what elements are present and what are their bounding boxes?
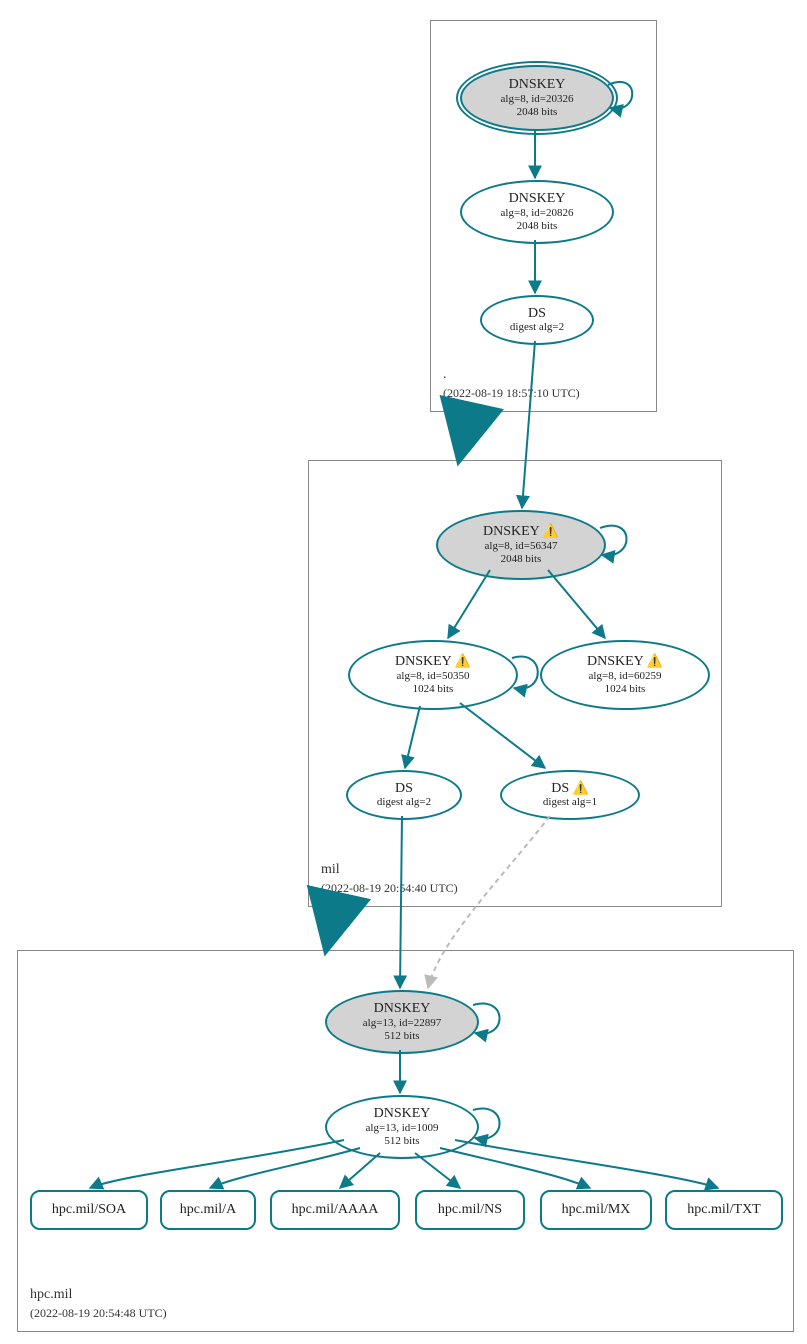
node-alg: alg=8, id=20326 (501, 93, 574, 106)
node-bits: 1024 bits (413, 683, 454, 696)
zone-root-label: . (443, 367, 447, 383)
record-label: hpc.mil/AAAA (292, 1202, 379, 1217)
mil-dnskey-50350: DNSKEY ⚠️ alg=8, id=50350 1024 bits (348, 640, 518, 710)
record-a: hpc.mil/A (160, 1190, 256, 1230)
record-label: hpc.mil/MX (562, 1202, 631, 1217)
node-title: DS ⚠️ (551, 781, 589, 796)
record-label: hpc.mil/SOA (52, 1202, 126, 1217)
warning-icon: ⚠️ (455, 653, 471, 668)
record-ns: hpc.mil/NS (415, 1190, 525, 1230)
node-title: DNSKEY (374, 1001, 431, 1016)
node-bits: 512 bits (384, 1030, 419, 1043)
node-bits: 512 bits (384, 1135, 419, 1148)
mil-dnskey-56347: DNSKEY ⚠️ alg=8, id=56347 2048 bits (436, 510, 606, 580)
node-title: DNSKEY ⚠️ (587, 654, 663, 669)
zone-mil-timestamp: (2022-08-19 20:54:40 UTC) (321, 881, 458, 896)
node-title: DNSKEY ⚠️ (395, 654, 471, 669)
record-soa: hpc.mil/SOA (30, 1190, 148, 1230)
node-digest: digest alg=2 (377, 796, 431, 809)
warning-icon: ⚠️ (573, 780, 589, 795)
node-title: DNSKEY (509, 191, 566, 206)
root-dnskey-20826: DNSKEY alg=8, id=20826 2048 bits (460, 180, 614, 244)
node-alg: alg=8, id=20826 (501, 207, 574, 220)
hpc-dnskey-22897: DNSKEY alg=13, id=22897 512 bits (325, 990, 479, 1054)
node-bits: 2048 bits (501, 553, 542, 566)
warning-icon: ⚠️ (543, 523, 559, 538)
record-label: hpc.mil/TXT (687, 1202, 761, 1217)
record-label: hpc.mil/A (180, 1202, 236, 1217)
node-alg: alg=8, id=56347 (485, 540, 558, 553)
node-alg: alg=8, id=60259 (589, 670, 662, 683)
node-title: DS (395, 781, 413, 796)
zone-hpc-label: hpc.mil (30, 1287, 72, 1303)
record-aaaa: hpc.mil/AAAA (270, 1190, 400, 1230)
node-alg: alg=13, id=22897 (363, 1017, 441, 1030)
node-digest: digest alg=1 (543, 796, 597, 809)
node-bits: 1024 bits (605, 683, 646, 696)
root-dnskey-20326: DNSKEY alg=8, id=20326 2048 bits (460, 65, 614, 131)
node-alg: alg=8, id=50350 (397, 670, 470, 683)
record-txt: hpc.mil/TXT (665, 1190, 783, 1230)
record-mx: hpc.mil/MX (540, 1190, 652, 1230)
zone-hpc-timestamp: (2022-08-19 20:54:48 UTC) (30, 1306, 167, 1321)
node-title: DS (528, 306, 546, 321)
warning-icon: ⚠️ (647, 653, 663, 668)
zone-mil-label: mil (321, 862, 340, 878)
node-title: DNSKEY ⚠️ (483, 524, 559, 539)
node-bits: 2048 bits (517, 106, 558, 119)
node-alg: alg=13, id=1009 (366, 1122, 439, 1135)
mil-ds-1: DS digest alg=2 (346, 770, 462, 820)
hpc-dnskey-1009: DNSKEY alg=13, id=1009 512 bits (325, 1095, 479, 1159)
node-bits: 2048 bits (517, 220, 558, 233)
zone-root-timestamp: (2022-08-19 18:57:10 UTC) (443, 386, 580, 401)
record-label: hpc.mil/NS (438, 1202, 502, 1217)
mil-dnskey-60259: DNSKEY ⚠️ alg=8, id=60259 1024 bits (540, 640, 710, 710)
node-title: DNSKEY (374, 1106, 431, 1121)
root-ds: DS digest alg=2 (480, 295, 594, 345)
node-title: DNSKEY (509, 77, 566, 92)
mil-ds-2: DS ⚠️ digest alg=1 (500, 770, 640, 820)
node-digest: digest alg=2 (510, 321, 564, 334)
